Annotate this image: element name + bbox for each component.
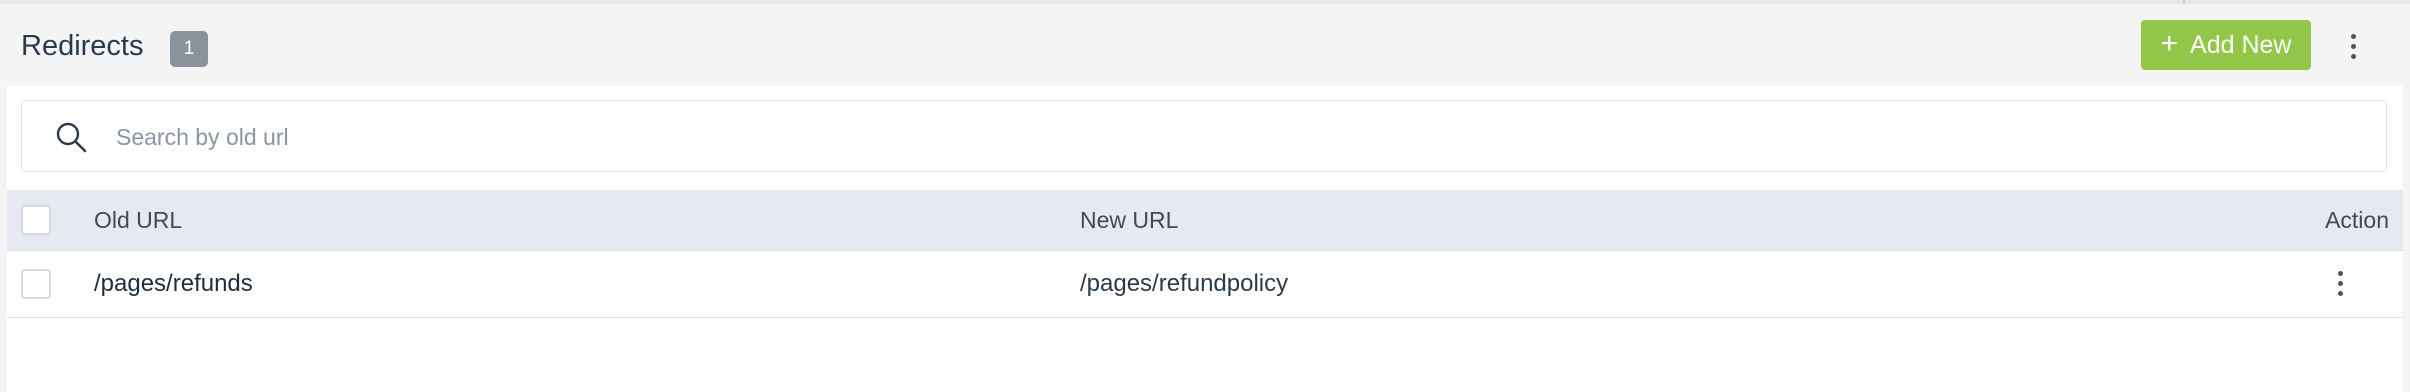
redirects-table: Old URL New URL Action /pages/refunds /p… [7, 190, 2403, 318]
search-icon [56, 122, 87, 153]
select-all-checkbox[interactable] [21, 205, 51, 235]
add-new-button[interactable]: + Add New [2141, 20, 2311, 70]
table-header: Old URL New URL Action [7, 190, 2403, 251]
search-box [21, 100, 2387, 172]
page-header: Redirects 1 + Add New [0, 4, 2410, 86]
column-header-new-url[interactable]: New URL [1080, 207, 1178, 234]
dot [2337, 270, 2343, 276]
row-checkbox[interactable] [21, 269, 51, 299]
redirects-panel: Old URL New URL Action /pages/refunds /p… [7, 86, 2403, 392]
column-header-old-url[interactable]: Old URL [94, 207, 182, 234]
new-url-cell: /pages/refundpolicy [1080, 270, 1289, 297]
dot [2350, 33, 2356, 39]
old-url-cell[interactable]: /pages/refunds [94, 270, 253, 298]
dot [2337, 280, 2343, 286]
dot [2350, 53, 2356, 59]
page-title: Redirects [21, 30, 144, 62]
add-new-label: Add New [2190, 30, 2292, 59]
dot [2337, 290, 2343, 296]
row-actions-icon[interactable] [2327, 265, 2353, 301]
table-row[interactable]: /pages/refunds /pages/refundpolicy [7, 251, 2403, 318]
column-header-action: Action [2325, 207, 2389, 233]
more-options-icon[interactable] [2340, 28, 2366, 64]
dot [2350, 43, 2356, 49]
plus-icon: + [2160, 26, 2179, 60]
count-badge: 1 [170, 31, 208, 67]
search-input[interactable] [114, 115, 2318, 159]
